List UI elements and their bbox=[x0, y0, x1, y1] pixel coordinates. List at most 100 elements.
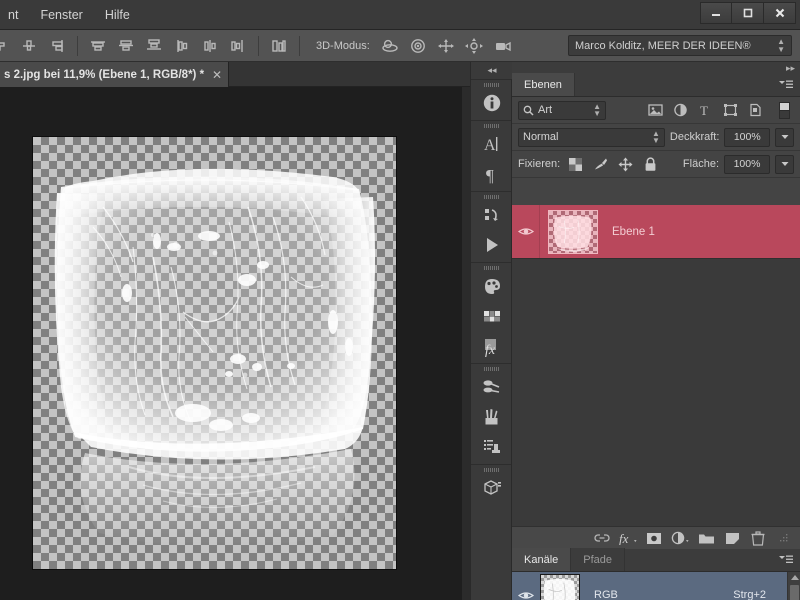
delete-layer-icon[interactable] bbox=[746, 528, 770, 549]
layer-mask-icon[interactable] bbox=[642, 528, 666, 549]
layer-thumbnail-image bbox=[553, 215, 592, 252]
rail-group-info bbox=[471, 79, 511, 120]
clone-source-panel-icon[interactable] bbox=[471, 432, 513, 462]
rail-group-color: fx bbox=[471, 262, 511, 363]
layers-panel: Art ▲ ▼ T Normal ▲ ▼ Deckkraft: 100% Fix… bbox=[512, 97, 800, 549]
rail-grip[interactable] bbox=[471, 364, 511, 372]
rail-grip[interactable] bbox=[471, 192, 511, 200]
options-bar: 3D-Modus: Marco Kolditz, MEER DER IDEEN®… bbox=[0, 30, 800, 62]
layer-visibility-toggle[interactable] bbox=[512, 205, 540, 258]
align-vertical-center-icon[interactable] bbox=[0, 34, 14, 58]
layer-row-ebene-1[interactable]: Ebene 1 bbox=[512, 205, 800, 259]
svg-text:fx: fx bbox=[485, 343, 496, 357]
3d-pan-icon[interactable] bbox=[433, 34, 459, 58]
new-layer-icon[interactable] bbox=[720, 528, 744, 549]
auto-align-icon[interactable] bbox=[266, 34, 292, 58]
link-layers-icon[interactable] bbox=[590, 528, 614, 549]
fill-value-field[interactable]: 100% bbox=[724, 154, 770, 174]
maximize-button[interactable] bbox=[732, 2, 764, 24]
3d-slide-icon[interactable] bbox=[461, 34, 487, 58]
filter-smartobject-icon[interactable] bbox=[745, 100, 765, 120]
dock-expand-icon[interactable]: ▸▸ bbox=[786, 63, 795, 74]
distribute-top-icon[interactable] bbox=[85, 34, 111, 58]
document-tab-close-icon[interactable]: ✕ bbox=[212, 68, 222, 82]
channels-panel-menu-icon[interactable] bbox=[778, 554, 794, 566]
swatches-panel-icon[interactable] bbox=[471, 301, 513, 331]
close-button[interactable] bbox=[764, 2, 796, 24]
adjustment-layer-icon[interactable] bbox=[668, 528, 692, 549]
distribute-vertical-center-icon[interactable] bbox=[113, 34, 139, 58]
document-tab[interactable]: s 2.jpg bei 11,9% (Ebene 1, RGB/8*) * ✕ bbox=[0, 62, 230, 87]
color-panel-icon[interactable] bbox=[471, 271, 513, 301]
distribute-right-icon[interactable] bbox=[225, 34, 251, 58]
distribute-horizontal-center-icon[interactable] bbox=[197, 34, 223, 58]
tab-pfade[interactable]: Pfade bbox=[571, 548, 626, 571]
3d-roll-icon[interactable] bbox=[405, 34, 431, 58]
minimize-button[interactable] bbox=[700, 2, 732, 24]
channel-row-rgb[interactable]: RGB Strg+2 bbox=[512, 572, 800, 600]
lock-image-icon[interactable] bbox=[590, 154, 610, 174]
timeline-panel-icon[interactable] bbox=[471, 200, 513, 230]
panel-resize-grip[interactable] bbox=[772, 528, 796, 549]
3d-orbit-icon[interactable] bbox=[377, 34, 403, 58]
canvas-area[interactable] bbox=[0, 87, 462, 600]
fill-dropdown-button[interactable] bbox=[775, 154, 794, 174]
layer-filter-type-select[interactable]: Art ▲ ▼ bbox=[518, 100, 606, 120]
3d-camera-icon[interactable] bbox=[489, 34, 515, 58]
artboard[interactable] bbox=[33, 137, 396, 569]
tab-ebenen[interactable]: Ebenen bbox=[512, 73, 575, 96]
menu-item-ansicht[interactable]: nt bbox=[0, 5, 28, 25]
filter-adjustment-icon[interactable] bbox=[670, 100, 690, 120]
distribute-bottom-icon[interactable] bbox=[141, 34, 167, 58]
blend-mode-select[interactable]: Normal ▲ ▼ bbox=[518, 127, 665, 147]
menu-bar: nt Fenster Hilfe bbox=[0, 0, 800, 30]
layer-list: Ebene 1 bbox=[512, 205, 800, 549]
opacity-value-field[interactable]: 100% bbox=[724, 127, 771, 147]
actions-panel-icon[interactable] bbox=[471, 230, 513, 260]
channel-list-scrollbar[interactable] bbox=[787, 572, 800, 600]
rail-group-3d bbox=[471, 464, 511, 505]
new-group-icon[interactable] bbox=[694, 528, 718, 549]
menu-item-hilfe[interactable]: Hilfe bbox=[95, 5, 140, 25]
tool-preset-select[interactable]: Marco Kolditz, MEER DER IDEEN® ▲ ▼ bbox=[568, 35, 792, 56]
channel-thumbnail[interactable] bbox=[540, 574, 580, 600]
rail-grip[interactable] bbox=[471, 263, 511, 271]
layer-style-fx-icon[interactable]: fx bbox=[616, 528, 640, 549]
rail-grip[interactable] bbox=[471, 121, 511, 129]
tab-kanaele[interactable]: Kanäle bbox=[512, 548, 572, 571]
filter-type-icon[interactable]: T bbox=[695, 100, 715, 120]
rail-group-brush bbox=[471, 363, 511, 464]
layer-thumbnail[interactable] bbox=[548, 209, 598, 254]
opacity-dropdown-button[interactable] bbox=[775, 127, 794, 147]
layer-filter-row: Art ▲ ▼ T bbox=[512, 97, 800, 124]
rail-grip[interactable] bbox=[471, 465, 511, 473]
brush-panel-icon[interactable] bbox=[471, 372, 513, 402]
styles-panel-icon[interactable]: fx bbox=[471, 331, 513, 361]
paragraph-panel-icon[interactable]: ¶ bbox=[471, 159, 513, 189]
layers-panel-menu-icon[interactable] bbox=[778, 79, 794, 91]
rail-collapse-button[interactable]: ◂◂ bbox=[471, 62, 513, 79]
distribute-left-icon[interactable] bbox=[169, 34, 195, 58]
channel-shortcut-label: Strg+2 bbox=[733, 589, 766, 600]
eye-icon bbox=[517, 228, 534, 235]
filter-shape-icon[interactable] bbox=[720, 100, 740, 120]
lock-transparency-icon[interactable] bbox=[565, 154, 585, 174]
scrollbar-thumb[interactable] bbox=[790, 585, 799, 600]
filter-pixel-icon[interactable] bbox=[645, 100, 665, 120]
menu-item-fenster[interactable]: Fenster bbox=[30, 5, 92, 25]
info-panel-icon[interactable] bbox=[471, 88, 513, 118]
filter-toggle-icon[interactable] bbox=[774, 100, 794, 120]
lock-position-icon[interactable] bbox=[615, 154, 635, 174]
align-bottom-icon[interactable] bbox=[16, 34, 42, 58]
brush-presets-panel-icon[interactable] bbox=[471, 402, 513, 432]
channel-visibility-toggle[interactable] bbox=[512, 590, 540, 600]
scroll-up-arrow-icon[interactable] bbox=[791, 575, 799, 580]
lock-all-icon[interactable] bbox=[640, 154, 660, 174]
document-tab-bar: s 2.jpg bei 11,9% (Ebene 1, RGB/8*) * ✕ bbox=[0, 62, 470, 87]
character-panel-icon[interactable]: A bbox=[471, 129, 513, 159]
align-right-icon[interactable] bbox=[44, 34, 70, 58]
rail-group-actions bbox=[471, 191, 511, 262]
layers-panel-tabstrip: Ebenen bbox=[512, 73, 800, 97]
3d-panel-icon[interactable] bbox=[471, 473, 513, 503]
rail-grip[interactable] bbox=[471, 80, 511, 88]
